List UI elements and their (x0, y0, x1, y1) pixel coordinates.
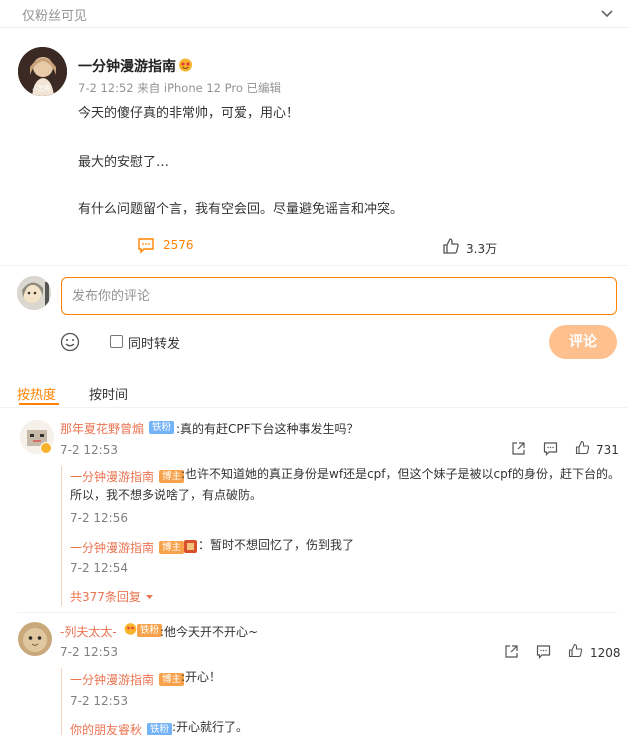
sticker-emoji-icon (184, 540, 197, 553)
post-text-line-2: 最大的安慰了… (78, 155, 170, 170)
comment-like-count: 731 (596, 443, 619, 457)
reply-text: :也许不知道她的真正身份是wf还是cpf，但这个妹子是被以cpf的身份，赶下台的… (181, 467, 620, 481)
fan-tag: 铁粉 (149, 421, 175, 434)
reply-text: :开心就行了。 (172, 720, 249, 734)
reply-icon[interactable] (536, 644, 551, 659)
comment-text: :真的有赶CPF下台这种事发生吗？ (176, 422, 359, 436)
divider (0, 265, 628, 266)
my-avatar (17, 276, 51, 310)
like-count: 3.3万 (466, 242, 498, 256)
reply-username[interactable]: 一分钟漫游指南 (70, 671, 154, 688)
comment-username[interactable]: -列夫太太- (60, 623, 117, 640)
comment-like-count: 1208 (590, 646, 621, 660)
like-icon (443, 238, 459, 254)
divider (17, 612, 617, 613)
reply-text: :开心！ (181, 670, 222, 684)
more-replies-text: 共377条回复 (70, 590, 141, 604)
comment-icon (138, 238, 154, 254)
post-meta: 7-2 12:52 来自 iPhone 12 Pro 已编辑 (78, 81, 282, 95)
post-comment-button[interactable]: 2576 (137, 236, 217, 256)
fan-badge-icon (124, 623, 137, 635)
more-replies-link[interactable]: 共377条回复 (70, 588, 154, 605)
share-icon[interactable] (504, 644, 519, 659)
comment-text: :他今天开不开心~ (160, 625, 259, 639)
fan-tag: 铁粉 (147, 723, 173, 735)
reply-thread-line (61, 466, 62, 606)
comment-username[interactable]: 那年夏花野曾煽 (60, 420, 144, 437)
post-text-line-3: 有什么问题留个言，我有空会回。尽量避免谣言和冲突。 (78, 202, 404, 217)
author-tag: 博主 (159, 541, 185, 554)
smile-icon[interactable] (60, 332, 80, 352)
repost-checkbox[interactable] (110, 335, 123, 348)
divider (0, 407, 628, 408)
reply-username[interactable]: 一分钟漫游指南 (70, 468, 154, 485)
reply-time: 7-2 12:54 (70, 561, 128, 575)
comment-input[interactable] (61, 277, 617, 315)
like-icon[interactable] (575, 440, 590, 455)
share-icon[interactable] (511, 441, 526, 456)
post-like-button[interactable]: 3.3万 (442, 237, 512, 257)
tab-sort-time[interactable]: 按时间 (89, 384, 128, 403)
repost-label[interactable]: 同时转发 (128, 333, 180, 352)
visibility-bar[interactable]: 仅粉丝可见 (0, 0, 628, 28)
like-icon[interactable] (568, 643, 583, 658)
commenter-avatar[interactable] (18, 622, 52, 656)
reply-text: ：暂时不想回忆了，伤到我了 (198, 538, 355, 552)
visibility-text: 仅粉丝可见 (22, 9, 88, 24)
active-tab-indicator (19, 403, 59, 405)
reply-username[interactable]: 你的朋友睿秋 (70, 721, 142, 735)
author-avatar[interactable]: 人生酱 (18, 47, 67, 96)
fan-tag: 铁粉 (137, 624, 163, 637)
author-name[interactable]: 一分钟漫游指南 (78, 56, 176, 76)
submit-comment-button[interactable]: 评论 (549, 325, 617, 359)
caret-down-icon (146, 595, 154, 599)
verified-badge-icon (40, 442, 52, 454)
tab-sort-hot[interactable]: 按热度 (17, 384, 56, 403)
reply-thread-line (61, 668, 62, 735)
chevron-down-icon[interactable] (600, 6, 614, 20)
comment-time: 7-2 12:53 (60, 443, 118, 457)
comment-count: 2576 (163, 238, 194, 252)
reply-time: 7-2 12:56 (70, 511, 128, 525)
reply-time: 7-2 12:53 (70, 694, 128, 708)
post-text-line-1: 今天的傻仔真的非常帅，可爱，用心！ (78, 106, 300, 121)
reply-text-continued: 所以，我不想多说啥了，有点破防。 (70, 488, 263, 502)
comment-time: 7-2 12:53 (60, 645, 118, 659)
avatar-caption: 人生酱 (32, 85, 51, 92)
fan-badge-icon (179, 58, 192, 72)
reply-icon[interactable] (543, 441, 558, 456)
reply-username[interactable]: 一分钟漫游指南 (70, 539, 154, 556)
